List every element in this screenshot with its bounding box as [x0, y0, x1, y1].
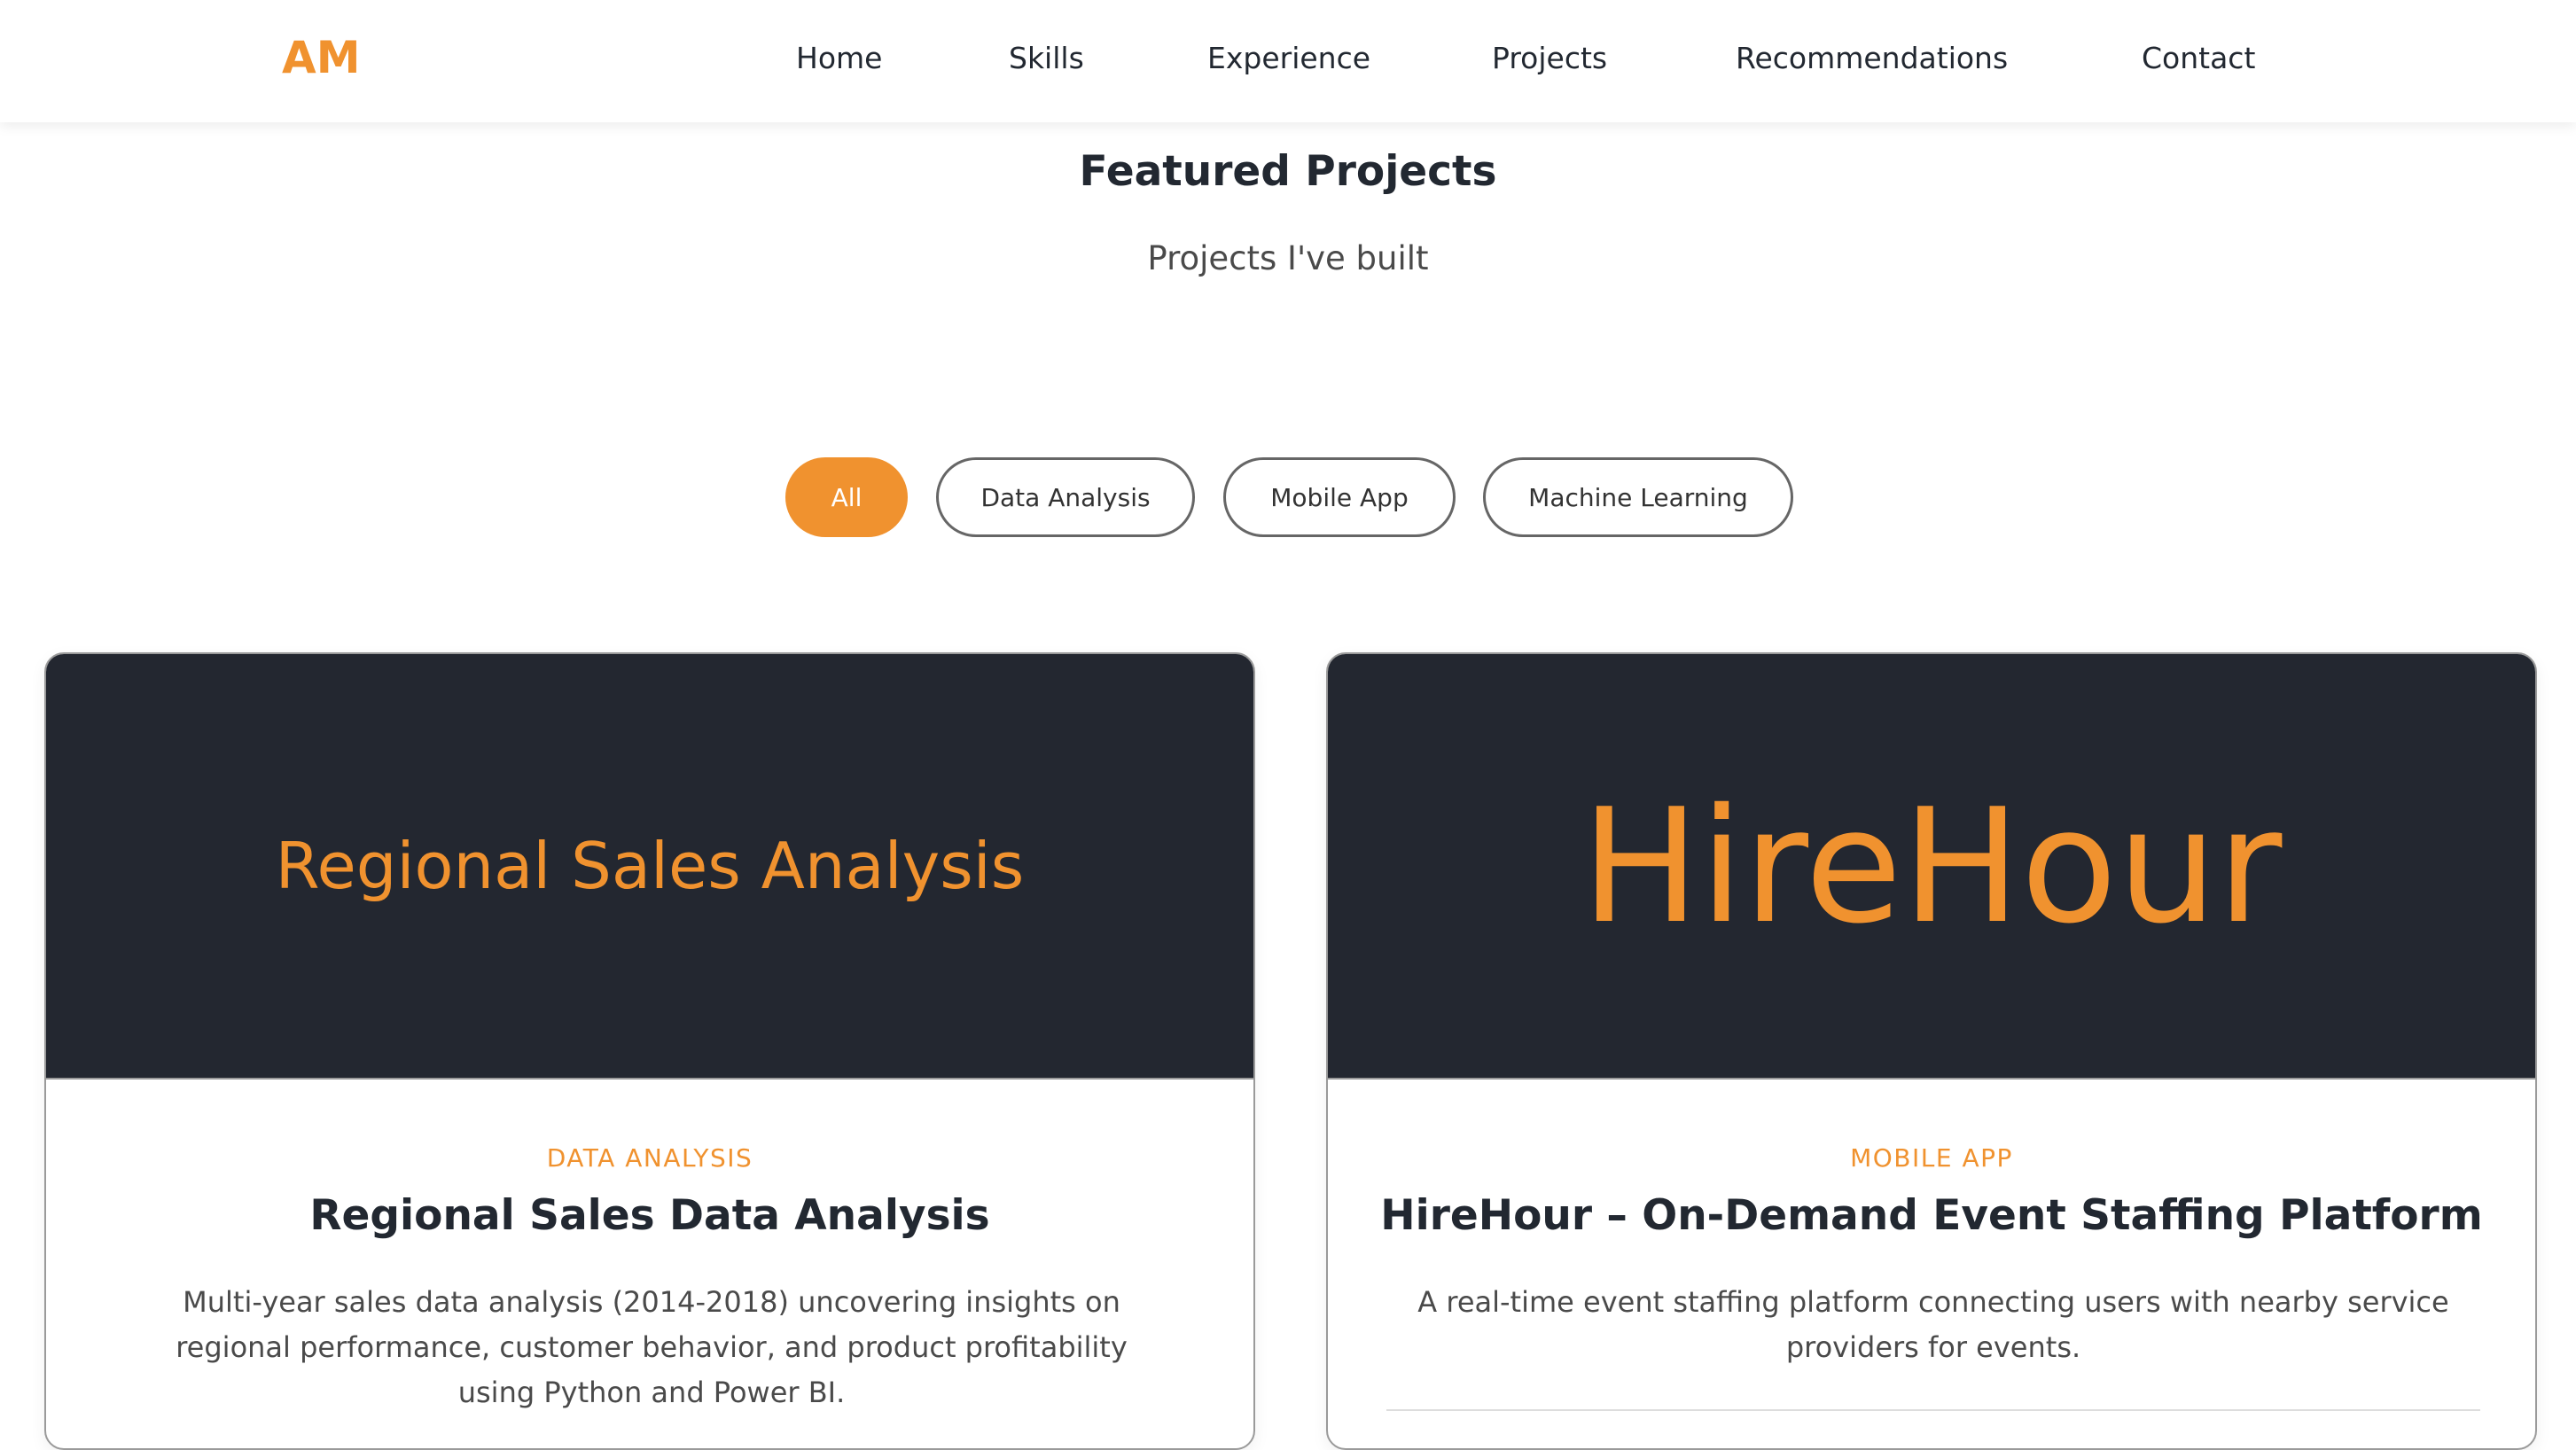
project-title: HireHour – On-Demand Event Staffing Plat…	[1380, 1191, 2483, 1240]
project-card-hirehour[interactable]: HireHour MOBILE APP HireHour – On-Demand…	[1326, 652, 2537, 1450]
nav-link-experience[interactable]: Experience	[1207, 41, 1370, 75]
project-card-sales-analysis[interactable]: Regional Sales Analysis DATA ANALYSIS Re…	[44, 652, 1255, 1450]
card-divider	[1386, 1409, 2480, 1411]
banner-text: HireHour	[1581, 774, 2283, 958]
filter-machine-learning-button[interactable]: Machine Learning	[1483, 457, 1793, 537]
site-logo[interactable]: AM	[282, 32, 360, 83]
project-category: MOBILE APP	[1850, 1143, 2013, 1173]
top-navbar: AM Home Skills Experience Projects Recom…	[0, 0, 2576, 122]
project-category: DATA ANALYSIS	[546, 1143, 753, 1173]
filter-all-button[interactable]: All	[785, 457, 908, 537]
nav-link-projects[interactable]: Projects	[1492, 41, 1607, 75]
filter-data-analysis-button[interactable]: Data Analysis	[936, 457, 1195, 537]
filter-mobile-app-button[interactable]: Mobile App	[1223, 457, 1456, 537]
nav-link-home[interactable]: Home	[796, 41, 882, 75]
project-description: A real-time event staffing platform conn…	[1417, 1285, 2449, 1364]
project-description: Multi-year sales data analysis (2014-201…	[176, 1285, 1128, 1409]
section-subtitle: Projects I've built	[1147, 239, 1429, 277]
project-banner: Regional Sales Analysis	[46, 654, 1253, 1080]
section-title: Featured Projects	[1079, 147, 1497, 196]
banner-text: Regional Sales Analysis	[275, 829, 1025, 903]
nav-link-contact[interactable]: Contact	[2142, 41, 2255, 75]
nav-link-skills[interactable]: Skills	[1009, 41, 1084, 75]
project-banner: HireHour	[1328, 654, 2535, 1080]
nav-link-recommendations[interactable]: Recommendations	[1736, 41, 2008, 75]
project-title: Regional Sales Data Analysis	[309, 1191, 990, 1240]
